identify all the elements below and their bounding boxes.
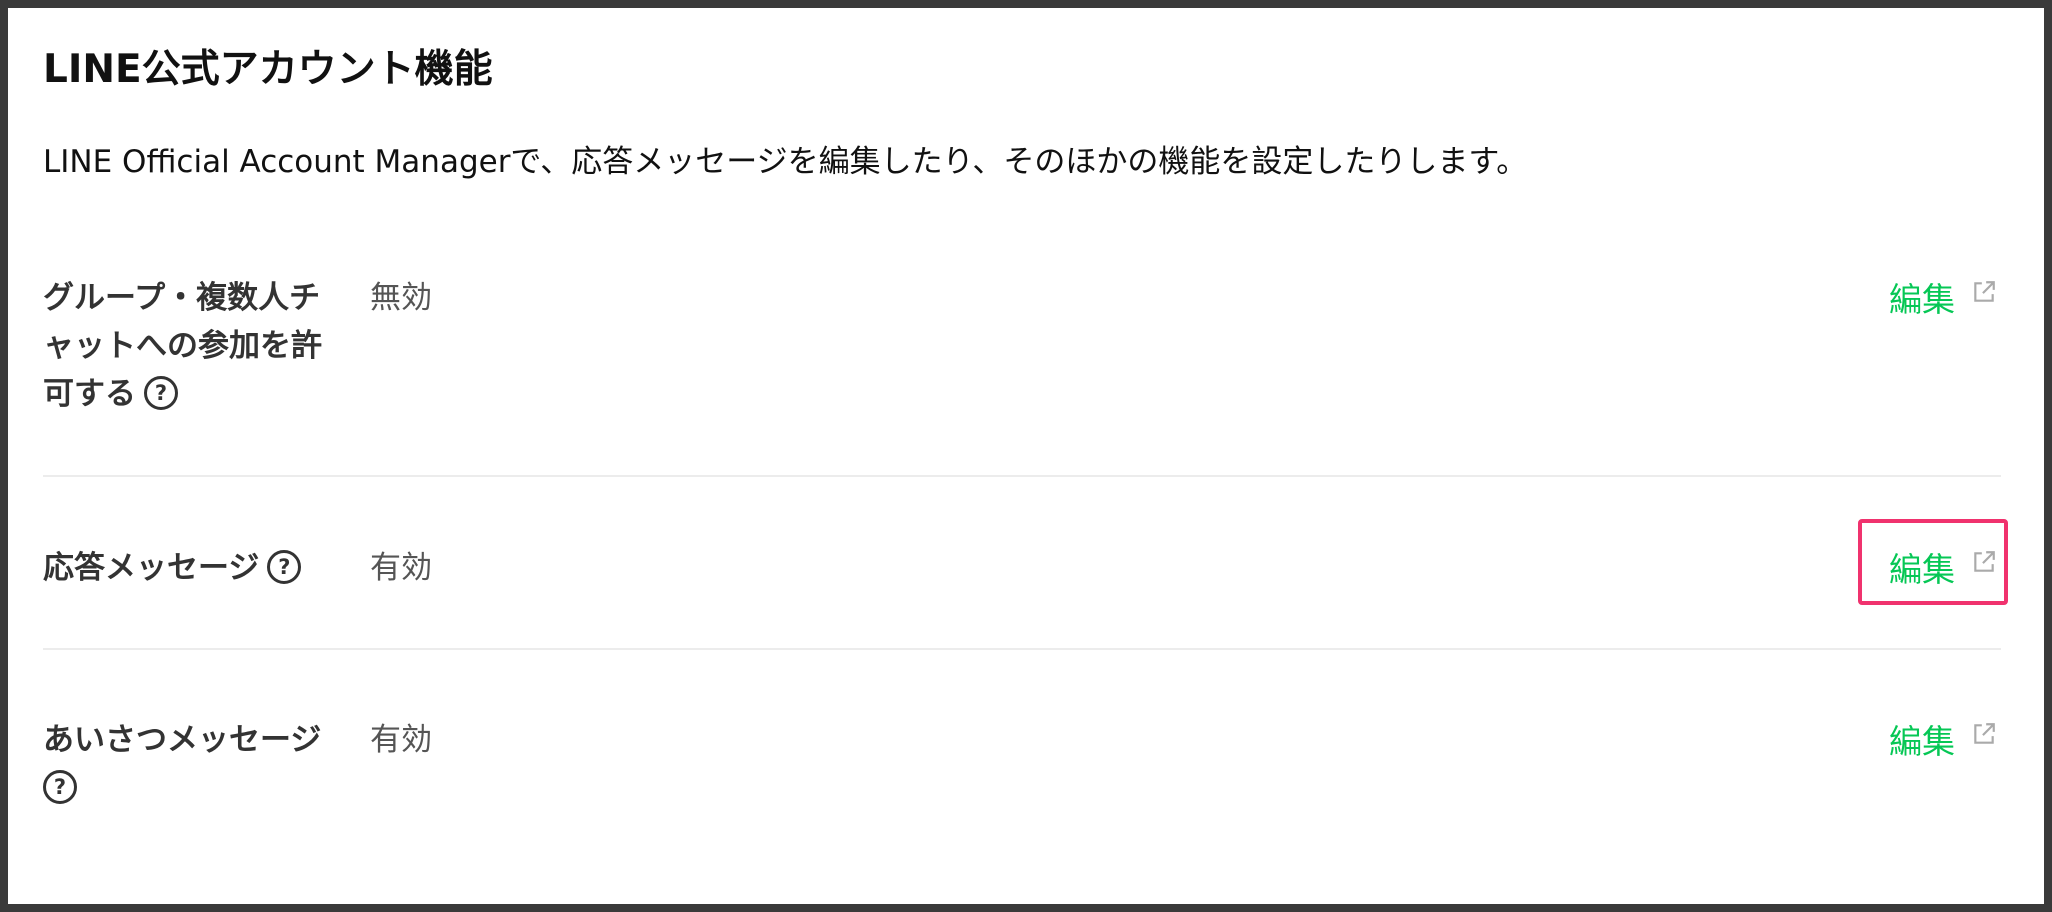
edit-label: 編集	[1889, 722, 1955, 761]
row-divider	[43, 648, 2001, 650]
question-circle-icon[interactable]: ?	[267, 549, 302, 584]
external-link-icon	[1974, 281, 1995, 302]
setting-value-auto-response: 有効	[370, 550, 432, 586]
setting-label-auto-response: 応答メッセージ?	[43, 544, 343, 592]
question-circle-icon[interactable]: ?	[43, 769, 77, 804]
row-divider	[43, 475, 2001, 477]
edit-group-chat-link[interactable]: 編集	[1889, 276, 1997, 324]
setting-label-line: 可する	[43, 376, 136, 412]
setting-value-group-chat: 無効	[370, 280, 432, 316]
question-circle-icon[interactable]: ?	[144, 375, 178, 410]
settings-panel: LINE公式アカウント機能 LINE Official Account Mana…	[8, 8, 2044, 904]
setting-label-line: ャットへの参加を許	[43, 328, 322, 364]
highlight-annotation	[1858, 519, 2008, 605]
setting-label-greeting: あいさつメッセージ ?	[43, 716, 343, 812]
edit-greeting-link[interactable]: 編集	[1889, 718, 1997, 766]
setting-value-greeting: 有効	[370, 722, 432, 758]
setting-label-line: あいさつメッセージ	[43, 722, 322, 758]
section-title: LINE公式アカウント機能	[43, 47, 493, 92]
edit-label: 編集	[1889, 280, 1955, 319]
setting-label-line: グループ・複数人チ	[43, 280, 321, 316]
section-description: LINE Official Account Managerで、応答メッセージを編…	[43, 144, 1528, 180]
setting-label-line: 応答メッセージ	[43, 550, 260, 586]
external-link-icon	[1974, 723, 1995, 744]
setting-label-group-chat: グループ・複数人チ ャットへの参加を許 可する?	[43, 274, 343, 418]
